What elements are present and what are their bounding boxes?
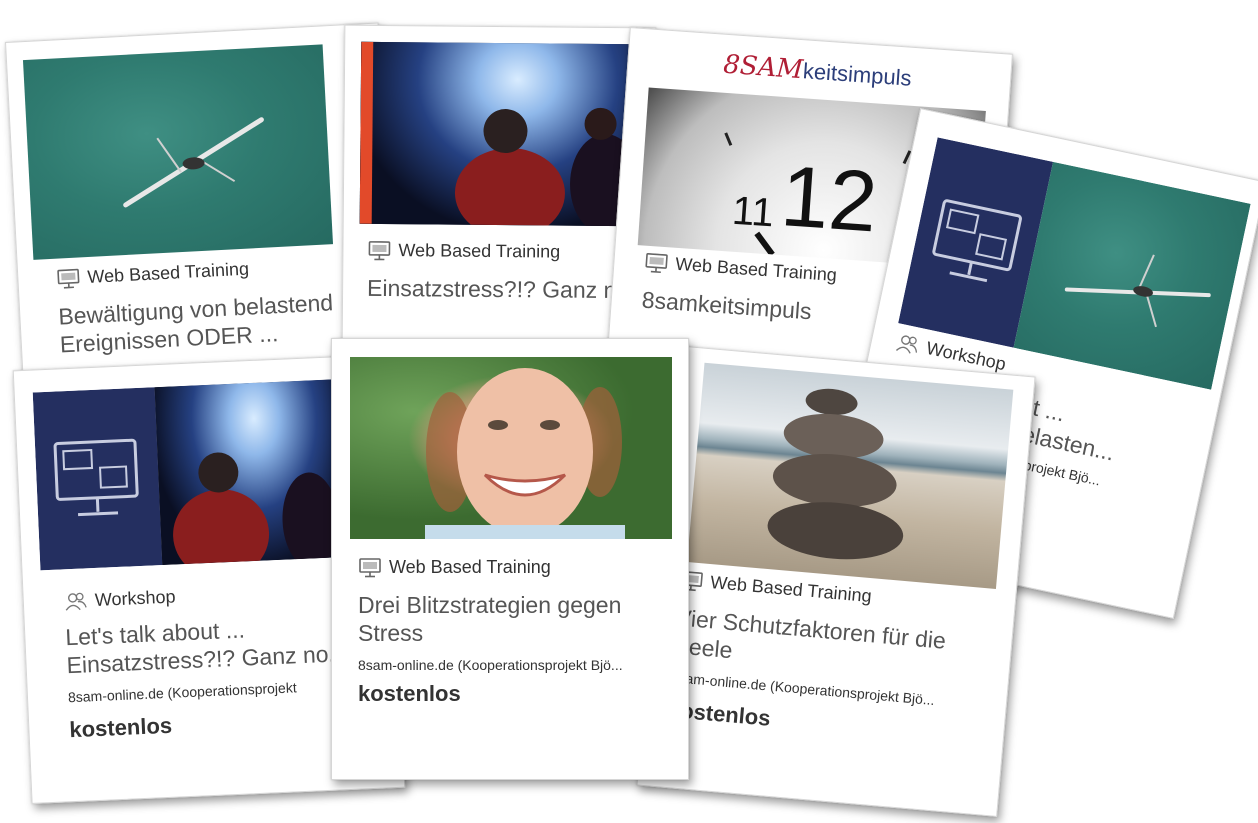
course-type: Workshop (63, 586, 176, 612)
svg-text:12: 12 (778, 148, 880, 250)
monitor-icon (367, 240, 391, 260)
course-provider: 8sam-online.de (Kooperationsprojekt Bjö.… (358, 657, 623, 673)
course-type-label: Web Based Training (398, 240, 561, 262)
course-image-stones (687, 362, 1014, 589)
course-card-einsatzstress-wbt[interactable]: Web Based Training Einsatzstress?!? Ganz… (341, 24, 657, 350)
course-image-smiling-woman (350, 357, 672, 539)
course-type-label: Web Based Training (674, 253, 838, 286)
course-type: Web Based Training (56, 259, 250, 290)
course-image-ambulance (359, 41, 647, 227)
course-type-label: Web Based Training (709, 572, 873, 607)
course-type: Web Based Training (358, 557, 551, 578)
monitor-icon (56, 268, 81, 289)
course-type-label: Web Based Training (389, 557, 551, 577)
course-title[interactable]: Let's talk about ... Einsatzstress?!? Ga… (65, 611, 357, 680)
course-type: Web Based Training (367, 240, 560, 263)
workshop-panel (32, 387, 163, 571)
people-icon (63, 591, 88, 612)
monitor-icon (358, 557, 382, 578)
course-price: kostenlos (68, 712, 173, 743)
monitor-icon (644, 252, 669, 274)
course-title[interactable]: Bewältigung von belastend Ereignissen OD… (58, 287, 361, 359)
course-card-vier-schutzfaktoren[interactable]: Web Based Training Vier Schutzfaktoren f… (636, 345, 1036, 817)
people-icon (894, 332, 922, 357)
svg-text:11: 11 (731, 189, 775, 236)
course-image-workshop-ambulance (32, 379, 341, 571)
course-card-drei-blitzstrategien[interactable]: Web Based Training Drei Blitzstrategien … (331, 338, 689, 780)
course-image-rowing (22, 44, 334, 260)
course-type-label: Web Based Training (86, 258, 250, 288)
course-type-label: Workshop (94, 586, 176, 610)
logo: 8SAMkeitsimpuls (722, 49, 913, 91)
course-price: kostenlos (358, 681, 461, 706)
course-provider: 8sam-online.de (Kooperationsprojekt (67, 679, 297, 706)
course-title[interactable]: Einsatzstress?!? Ganz no (367, 274, 642, 304)
course-title[interactable]: Drei Blitzstrategien gegen Stress (358, 591, 668, 647)
